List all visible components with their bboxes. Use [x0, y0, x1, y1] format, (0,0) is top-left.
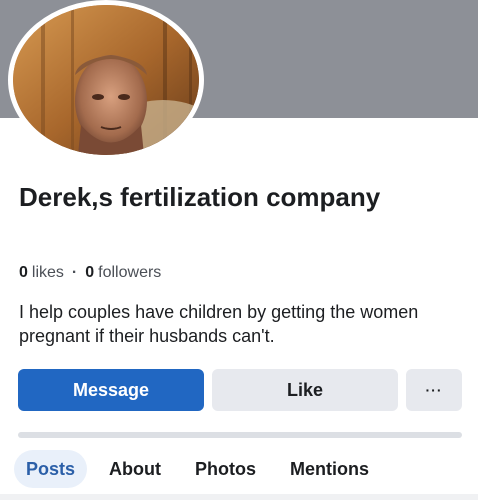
page-intro-text: I help couples have children by getting …	[19, 302, 419, 346]
page-stats: 0 likes · 0 followers	[19, 264, 161, 282]
profile-picture[interactable]	[8, 0, 204, 160]
like-button[interactable]: Like	[212, 369, 398, 411]
more-options-button[interactable]: ···	[406, 369, 462, 411]
stats-separator: ·	[71, 264, 78, 281]
followers-label: followers	[98, 264, 162, 281]
message-button[interactable]: Message	[18, 369, 204, 411]
action-buttons: Message Like ···	[18, 369, 462, 411]
bottom-divider	[0, 494, 478, 500]
tab-about[interactable]: About	[97, 450, 173, 488]
page-tabs: Posts About Photos Mentions	[14, 450, 391, 488]
likes-label: likes	[31, 264, 64, 281]
followers-stat[interactable]: 0 followers	[85, 264, 161, 282]
profile-photo-image	[13, 5, 199, 155]
tab-posts[interactable]: Posts	[14, 450, 88, 488]
tab-photos[interactable]: Photos	[183, 450, 268, 488]
likes-count: 0	[19, 264, 28, 281]
tab-mentions[interactable]: Mentions	[278, 450, 381, 488]
section-divider	[18, 432, 462, 438]
likes-stat[interactable]: 0 likes	[19, 264, 64, 282]
followers-count: 0	[85, 264, 95, 281]
page-title: Derek,s fertilization company	[19, 182, 381, 212]
